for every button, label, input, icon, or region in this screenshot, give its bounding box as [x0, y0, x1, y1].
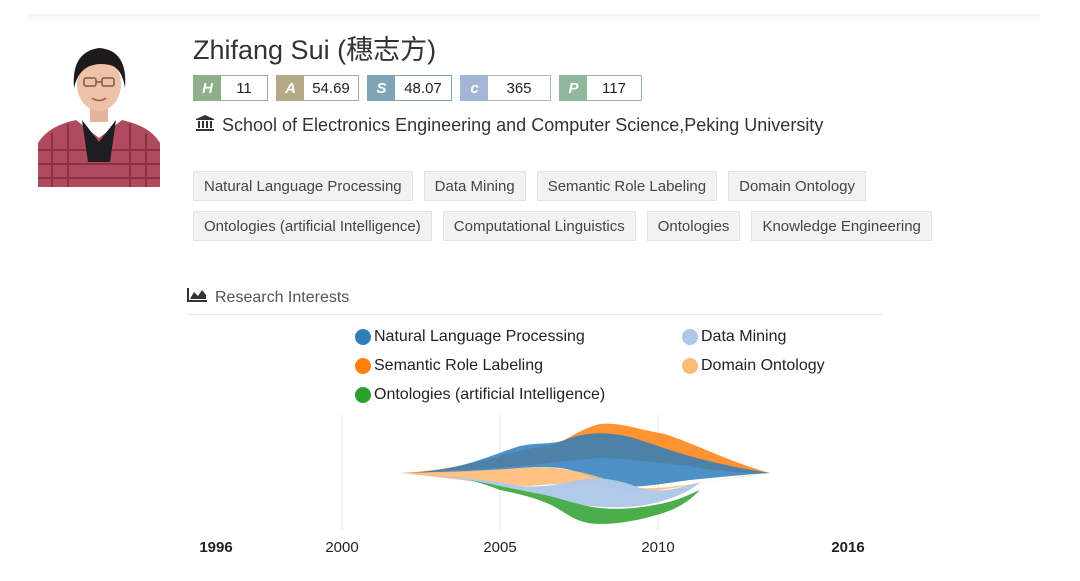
x-tick-2010: 2010: [641, 539, 675, 556]
x-tick-2005: 2005: [483, 539, 517, 556]
research-streamgraph: [341, 415, 770, 530]
x-tick-2016: 2016: [831, 539, 865, 556]
x-tick-1996: 1996: [199, 539, 233, 556]
x-tick-2000: 2000: [325, 539, 359, 556]
